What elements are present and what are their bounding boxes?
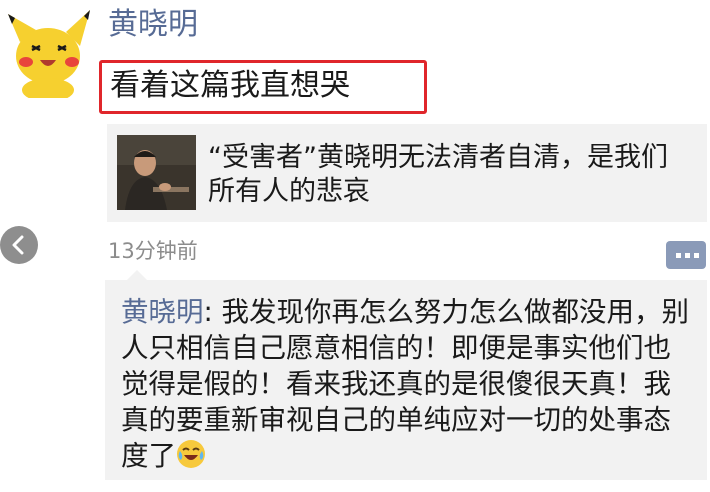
crying-laughing-emoji-icon bbox=[177, 440, 205, 468]
post-timestamp: 13分钟前 bbox=[108, 239, 198, 263]
comments-section: 黄晓明: 我发现你再怎么努力怎么做都没用，别人只相信自己愿意相信的！即便是事实他… bbox=[105, 270, 707, 480]
person-photo-thumbnail bbox=[117, 135, 196, 210]
post-author-name[interactable]: 黄晓明 bbox=[108, 10, 198, 40]
post-text: 看着这篇我直想哭 bbox=[99, 60, 427, 114]
avatar[interactable] bbox=[6, 6, 90, 102]
shared-article-title: “受害者”黄晓明无法清者自清，是我们所有人的悲哀 bbox=[208, 142, 668, 207]
comment-dots-icon bbox=[666, 241, 706, 269]
chevron-left-icon bbox=[0, 226, 38, 264]
back-button[interactable] bbox=[0, 226, 38, 264]
comment-button[interactable] bbox=[666, 241, 706, 269]
comment-item[interactable]: 黄晓明: 我发现你再怎么努力怎么做都没用，别人只相信自己愿意相信的！即便是事实他… bbox=[121, 294, 697, 474]
comments-notch bbox=[127, 270, 147, 280]
comment-separator: : bbox=[203, 296, 222, 328]
pikachu-avatar-icon bbox=[8, 10, 90, 102]
comment-author-name[interactable]: 黄晓明 bbox=[121, 296, 204, 328]
shared-article-card[interactable]: “受害者”黄晓明无法清者自清，是我们所有人的悲哀 bbox=[107, 124, 707, 222]
